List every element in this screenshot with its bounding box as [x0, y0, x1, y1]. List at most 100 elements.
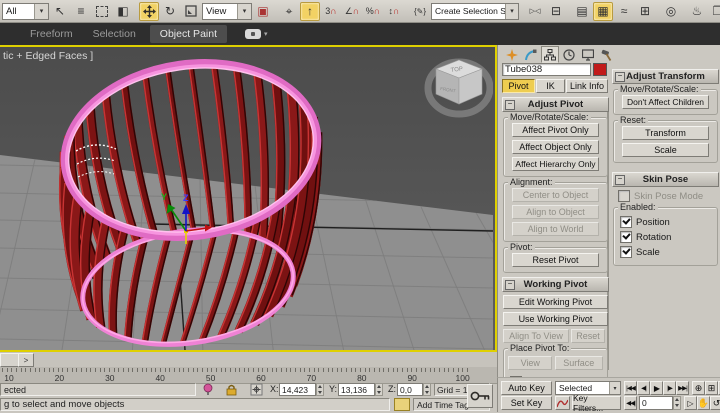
ik-mode-button[interactable]: IK [536, 79, 565, 93]
reference-coordinate-dropdown[interactable]: View ▾ [202, 3, 252, 20]
curve-editor-button[interactable]: ≈ [614, 2, 634, 21]
select-and-rotate-button[interactable]: ↻ [160, 2, 180, 21]
mirror-button[interactable]: ▷◁ [525, 2, 545, 21]
key-filters-button[interactable]: Key Filters... [572, 396, 621, 410]
rotation-checkbox[interactable] [620, 231, 632, 243]
x-spinner[interactable] [316, 383, 324, 396]
set-key-button[interactable]: Set Key [501, 396, 552, 410]
collapse-icon[interactable]: − [615, 72, 625, 82]
select-by-name-button[interactable]: ≡ [71, 2, 91, 21]
selection-region-button[interactable] [92, 2, 112, 21]
zoom-button[interactable]: ⊕ [692, 381, 705, 395]
absolute-mode-icon[interactable] [250, 383, 264, 396]
object-name-field[interactable]: Tube038 [502, 63, 591, 76]
edit-named-selection-sets-button[interactable]: {✎} [410, 2, 430, 21]
select-and-scale-button[interactable] [181, 2, 201, 21]
go-to-start-button[interactable]: |◀◀ [624, 381, 637, 395]
align-to-world-button[interactable]: Align to World [512, 222, 599, 236]
toggle-layer-explorer-button[interactable]: ▦ [593, 2, 613, 21]
scale-checkbox[interactable] [620, 246, 632, 258]
render-setup-button[interactable]: ♨ [687, 2, 707, 21]
use-working-pivot-button[interactable]: Use Working Pivot [503, 312, 608, 326]
selection-filter-dropdown[interactable]: All ▾ [2, 3, 49, 20]
affect-object-only-button[interactable]: Affect Object Only [512, 140, 599, 154]
set-keys-button[interactable] [467, 384, 493, 408]
x-coord-field[interactable]: 14,423 [279, 383, 316, 396]
keyboard-shortcut-override-button[interactable]: ↑ [300, 2, 320, 21]
reset-button[interactable]: Reset [571, 329, 605, 343]
y-coord-field[interactable]: 13,136 [338, 383, 375, 396]
chevron-down-icon[interactable]: ▾ [264, 30, 268, 38]
time-slider-handle[interactable] [0, 353, 19, 367]
collapse-icon[interactable]: − [615, 175, 625, 185]
align-to-object-button[interactable]: Align to Object [512, 205, 599, 219]
go-to-end-button[interactable]: ▶▶| [676, 381, 689, 395]
isolate-selection-icon[interactable] [201, 383, 215, 396]
window-crossing-button[interactable]: ◧ [113, 2, 133, 21]
auto-key-button[interactable]: Auto Key [501, 381, 552, 395]
field-of-view-button[interactable]: ▷ [684, 396, 697, 410]
key-mode-toggle-button[interactable]: ◀◀| [624, 396, 637, 410]
z-coord-field[interactable]: 0,0 [397, 383, 423, 396]
z-spinner[interactable] [423, 383, 431, 396]
frame-spinner[interactable] [673, 396, 681, 410]
zoom-all-button[interactable]: ⊞ [705, 381, 718, 395]
schematic-view-button[interactable]: ⊞ [635, 2, 655, 21]
view-cube[interactable]: TOP FRONT [428, 60, 490, 114]
tab-freeform[interactable]: Freeform [20, 25, 83, 43]
rendered-frame-window-button[interactable]: ❐ [708, 2, 720, 21]
play-button[interactable]: ▶ [650, 381, 663, 395]
percent-snap-button[interactable]: %∩ [363, 2, 383, 21]
chevron-down-icon[interactable]: ▾ [237, 4, 251, 19]
skin-pose-mode-checkbox[interactable] [618, 190, 630, 202]
select-and-move-button[interactable] [139, 2, 159, 21]
tab-display[interactable] [579, 46, 597, 63]
y-spinner[interactable] [375, 383, 383, 396]
collapse-icon[interactable]: − [505, 280, 515, 290]
position-checkbox[interactable] [620, 216, 632, 228]
chevron-down-icon[interactable]: ▾ [34, 4, 48, 19]
spinner-snap-button[interactable]: ↕∩ [384, 2, 404, 21]
align-button[interactable]: ⊟ [546, 2, 566, 21]
selection-lock-icon[interactable] [225, 383, 238, 396]
status-toggle-icon[interactable] [394, 398, 410, 411]
tab-selection[interactable]: Selection [83, 25, 146, 43]
select-and-manipulate-button[interactable]: ⌖ [279, 2, 299, 21]
material-editor-button[interactable]: ◎ [661, 2, 681, 21]
viewport-canvas[interactable]: Y Z TOP FRONT [0, 47, 493, 350]
chevron-down-icon[interactable]: ▾ [505, 4, 518, 19]
link-info-mode-button[interactable]: Link Info [566, 79, 608, 93]
named-selection-sets-dropdown[interactable]: Create Selection Se ▾ [431, 3, 519, 20]
reset-scale-button[interactable]: Scale [622, 143, 709, 157]
snap-toggle-3d-button[interactable]: 3∩ [321, 2, 341, 21]
use-pivot-point-center-button[interactable]: ▣ [253, 2, 273, 21]
perspective-viewport[interactable]: Y Z TOP FRONT [0, 45, 497, 352]
reset-transform-button[interactable]: Transform [622, 126, 709, 140]
rollout-adjust-pivot[interactable]: − Adjust Pivot [502, 97, 609, 112]
rollout-adjust-transform[interactable]: − Adjust Transform [612, 69, 719, 84]
rollout-skin-pose[interactable]: − Skin Pose [612, 172, 719, 187]
tab-create[interactable] [503, 46, 521, 63]
tab-utilities[interactable] [598, 46, 616, 63]
select-object-button[interactable]: ↖ [50, 2, 70, 21]
dont-affect-children-button[interactable]: Don't Affect Children [622, 95, 709, 109]
center-to-object-button[interactable]: Center to Object [512, 188, 599, 202]
angle-snap-button[interactable]: ∠∩ [342, 2, 362, 21]
object-color-swatch[interactable] [593, 63, 607, 76]
rollout-working-pivot[interactable]: − Working Pivot [502, 277, 609, 292]
surface-button[interactable]: Surface [555, 356, 603, 370]
current-frame-field[interactable]: 0 [639, 396, 673, 410]
next-frame-button[interactable]: |▶ [663, 381, 676, 395]
reset-pivot-button[interactable]: Reset Pivot [512, 253, 599, 267]
previous-frame-button[interactable]: ◀| [637, 381, 650, 395]
orbit-button[interactable]: ↺ [710, 396, 720, 410]
affect-hierarchy-only-button[interactable]: Affect Hierarchy Only [512, 157, 599, 171]
tab-object-paint[interactable]: Object Paint [150, 25, 227, 43]
manage-layers-button[interactable]: ▤ [572, 2, 592, 21]
tab-modify[interactable] [522, 46, 540, 63]
affect-pivot-only-button[interactable]: Affect Pivot Only [512, 123, 599, 137]
collapse-icon[interactable]: − [505, 100, 515, 110]
tab-hierarchy[interactable] [541, 46, 559, 63]
default-in-out-tangents-button[interactable] [555, 396, 570, 410]
view-button[interactable]: View [508, 356, 552, 370]
